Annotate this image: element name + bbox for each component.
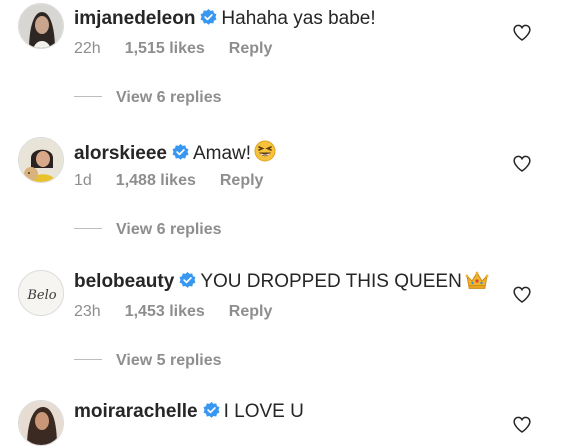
comment-meta: 1d 1,488 likes Reply (74, 171, 287, 191)
comment-time[interactable]: 1d (74, 172, 92, 189)
reply-button[interactable]: Reply (229, 40, 273, 57)
avatar-photo-icon (19, 401, 63, 445)
comment-time[interactable]: 22h (74, 40, 101, 57)
comment-text: Amaw! (192, 143, 252, 164)
view-replies-label: View 6 replies (116, 89, 222, 106)
avatar[interactable] (18, 3, 64, 49)
reply-divider (74, 96, 102, 98)
reply-divider (74, 228, 102, 230)
reply-button[interactable]: Reply (229, 303, 273, 320)
grinning-squint-emoji-icon (254, 140, 276, 169)
comment-line: alorskieee Amaw! (74, 140, 276, 169)
view-replies-label: View 6 replies (116, 221, 222, 238)
comment-meta: 23h 1,453 likes Reply (74, 302, 296, 322)
crown-emoji-icon (465, 270, 489, 297)
like-count[interactable]: 1,453 likes (125, 303, 205, 320)
belo-logo-icon: Belo (19, 271, 63, 315)
verified-badge-icon (203, 402, 220, 426)
avatar[interactable] (18, 400, 64, 446)
svg-text:Belo: Belo (26, 288, 56, 303)
view-replies-label: View 5 replies (116, 352, 222, 369)
view-replies-button[interactable]: View 6 replies (74, 88, 222, 108)
avatar[interactable] (18, 137, 64, 183)
heart-outline-icon[interactable] (513, 286, 531, 303)
username[interactable]: imjanedeleon (74, 8, 195, 29)
avatar[interactable]: Belo (18, 270, 64, 316)
heart-outline-icon[interactable] (513, 24, 531, 41)
verified-badge-icon (200, 9, 217, 33)
reply-divider (74, 359, 102, 361)
verified-badge-icon (172, 144, 189, 168)
view-replies-button[interactable]: View 6 replies (74, 220, 222, 240)
heart-outline-icon[interactable] (513, 155, 531, 172)
comment-meta: 22h 1,515 likes Reply (74, 39, 296, 59)
avatar-photo-icon (19, 138, 63, 182)
like-count[interactable]: 1,488 likes (116, 172, 196, 189)
like-count[interactable]: 1,515 likes (125, 40, 205, 57)
comment-line: imjanedeleon Hahaha yas babe! (74, 7, 376, 33)
comment-line: moirarachelle I LOVE U (74, 400, 304, 426)
verified-badge-icon (179, 272, 196, 296)
comment-line: belobeauty YOU DROPPED THIS QUEEN (74, 270, 489, 297)
username[interactable]: alorskieee (74, 143, 167, 164)
comment-text: YOU DROPPED THIS QUEEN (200, 271, 462, 292)
comment-time[interactable]: 23h (74, 303, 101, 320)
username[interactable]: belobeauty (74, 271, 174, 292)
comment-text: I LOVE U (223, 401, 304, 422)
reply-button[interactable]: Reply (220, 172, 264, 189)
heart-outline-icon[interactable] (513, 416, 531, 433)
avatar-photo-icon (19, 4, 63, 48)
comment-text: Hahaha yas babe! (221, 8, 376, 29)
view-replies-button[interactable]: View 5 replies (74, 351, 222, 371)
username[interactable]: moirarachelle (74, 401, 198, 422)
